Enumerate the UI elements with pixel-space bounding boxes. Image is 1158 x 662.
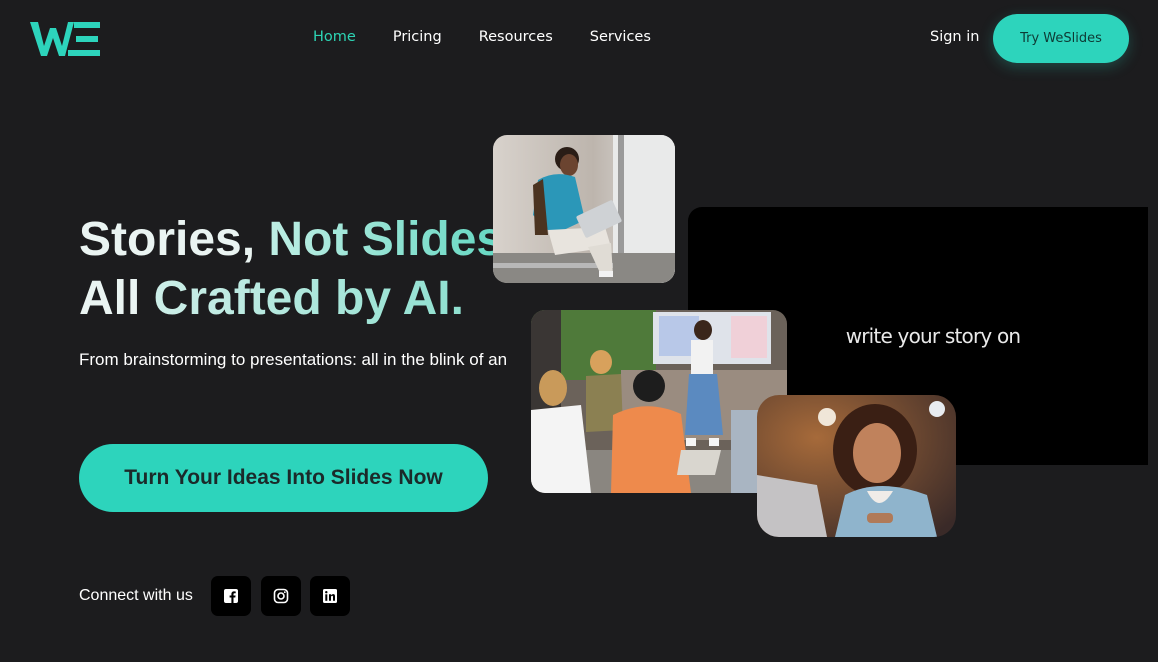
linkedin-icon[interactable]: [310, 576, 350, 616]
nav-services[interactable]: Services: [590, 29, 651, 45]
hero-subtext: From brainstorming to presentations: all…: [79, 350, 508, 369]
headline-highlight: Not Slides.: [268, 213, 517, 266]
connect-label: Connect with us: [79, 587, 193, 604]
classroom-photo: [531, 310, 787, 493]
try-weslides-button[interactable]: Try WeSlides: [993, 14, 1129, 63]
hero-headline: Stories, Not Slides. All Crafted by AI.: [79, 210, 516, 328]
video-caption: write your story on: [845, 324, 1021, 348]
facebook-icon[interactable]: [211, 576, 251, 616]
instagram-icon[interactable]: [261, 576, 301, 616]
turn-ideas-into-slides-button[interactable]: Turn Your Ideas Into Slides Now: [79, 444, 488, 512]
main-nav: Home Pricing Resources Services: [313, 29, 651, 45]
headline-part: Stories,: [79, 213, 269, 266]
headline-part: All: [79, 272, 154, 325]
nav-resources[interactable]: Resources: [479, 29, 553, 45]
nav-pricing[interactable]: Pricing: [393, 29, 442, 45]
headline-highlight: Crafted by AI.: [153, 272, 464, 325]
woman-laptop-photo: [757, 395, 956, 537]
weslides-logo[interactable]: [30, 20, 102, 58]
sign-in-link[interactable]: Sign in: [930, 29, 979, 45]
student-laptop-photo: [493, 135, 675, 283]
nav-home[interactable]: Home: [313, 29, 356, 45]
